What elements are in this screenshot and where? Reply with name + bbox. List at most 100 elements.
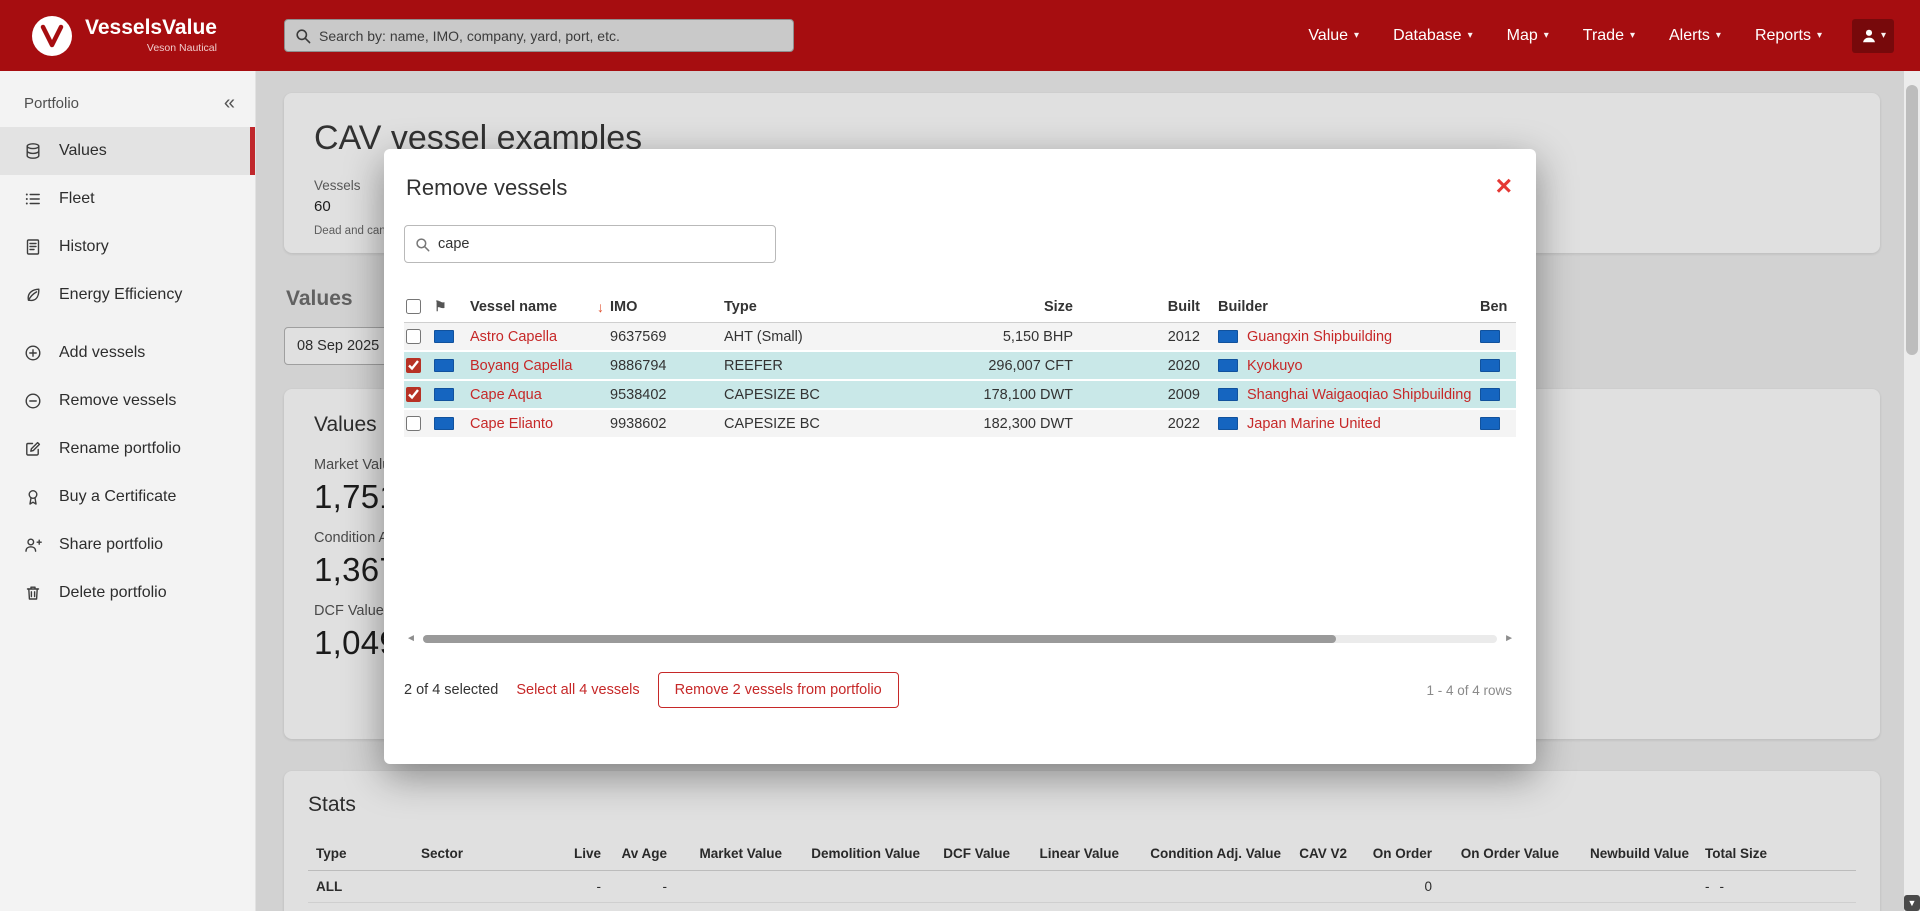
sidebar-item-fleet[interactable]: Fleet: [0, 175, 255, 223]
table-row[interactable]: Astro Capella 9637569 AHT (Small) 5,150 …: [404, 323, 1516, 352]
collapse-sidebar-button[interactable]: «: [224, 93, 235, 113]
remove-selected-button[interactable]: Remove 2 vessels from portfolio: [658, 672, 899, 708]
vessel-type: CAPESIZE BC: [724, 416, 939, 432]
table-row[interactable]: Boyang Capella 9886794 REEFER 296,007 CF…: [404, 352, 1516, 381]
sidebar-item-history[interactable]: History: [0, 223, 255, 271]
builder-link[interactable]: Guangxin Shipbuilding: [1247, 329, 1392, 345]
vessel-imo: 9886794: [610, 358, 724, 374]
sidebar-item-delete-portfolio[interactable]: Delete portfolio: [0, 569, 255, 617]
logo-mark-icon: [30, 14, 74, 58]
history-icon: [24, 238, 44, 256]
nav-item-map[interactable]: Map▾: [1507, 27, 1549, 45]
user-menu-button[interactable]: ▾: [1852, 19, 1894, 53]
stats-col-header: Total Size: [1697, 837, 1856, 871]
nav-item-database[interactable]: Database▾: [1393, 27, 1473, 45]
nav-item-reports[interactable]: Reports▾: [1755, 27, 1822, 45]
sidebar-item-label: Fleet: [59, 190, 95, 208]
scroll-down-button[interactable]: ▼: [1904, 895, 1920, 911]
scroll-left-button[interactable]: ◄: [406, 634, 416, 644]
metric-label: DCF Value: [314, 603, 384, 619]
builder-link[interactable]: Shanghai Waigaoqiao Shipbuilding: [1247, 387, 1471, 403]
vertical-scrollbar[interactable]: ▼: [1904, 71, 1920, 911]
builder-flag-icon: [1218, 359, 1238, 372]
sidebar-item-label: Buy a Certificate: [59, 488, 176, 506]
brand-tagline: Veson Nautical: [85, 42, 217, 54]
col-header-built[interactable]: Built: [1079, 299, 1204, 315]
global-search[interactable]: [284, 19, 794, 52]
vessel-built: 2020: [1079, 358, 1204, 374]
sidebar-item-add-vessels[interactable]: Add vessels: [0, 329, 255, 377]
trash-icon: [24, 584, 44, 602]
vessel-built: 2009: [1079, 387, 1204, 403]
hscrollbar-track[interactable]: [423, 635, 1497, 643]
edit-icon: [24, 440, 44, 458]
stats-col-header: Condition Adj. Value: [1127, 837, 1289, 871]
stats-col-header: Linear Value: [1018, 837, 1127, 871]
sidebar-item-buy-certificate[interactable]: Buy a Certificate: [0, 473, 255, 521]
row-range-text: 1 - 4 of 4 rows: [1426, 683, 1512, 698]
minus-circle-icon: [24, 392, 44, 410]
scroll-right-button[interactable]: ►: [1504, 634, 1514, 644]
col-header-size[interactable]: Size: [939, 299, 1079, 315]
stats-table: Type Sector Live Av Age Market Value Dem…: [308, 837, 1856, 911]
stats-col-header: Sector: [413, 837, 520, 871]
vscrollbar-thumb[interactable]: [1906, 85, 1918, 355]
table-row[interactable]: Cape Elianto 9938602 CAPESIZE BC 182,300…: [404, 410, 1516, 439]
stats-card: Stats Type Sector Live Av Age Market Val…: [284, 771, 1880, 911]
col-header-type[interactable]: Type: [724, 299, 939, 315]
nav-item-trade[interactable]: Trade▾: [1583, 27, 1635, 45]
vessel-search[interactable]: [404, 225, 776, 263]
share-user-icon: [24, 536, 44, 554]
builder-link[interactable]: Kyokuyo: [1247, 358, 1303, 374]
sidebar-item-values[interactable]: Values: [0, 127, 255, 175]
chevron-down-icon: ▾: [1468, 31, 1473, 41]
vessel-imo: 9637569: [610, 329, 724, 345]
sidebar-item-energy-efficiency[interactable]: Energy Efficiency: [0, 271, 255, 319]
vessel-name-link[interactable]: Cape Aqua: [470, 387, 542, 403]
sidebar-item-rename-portfolio[interactable]: Rename portfolio: [0, 425, 255, 473]
sidebar-item-share-portfolio[interactable]: Share portfolio: [0, 521, 255, 569]
sidebar-item-label: Remove vessels: [59, 392, 176, 410]
sidebar-item-remove-vessels[interactable]: Remove vessels: [0, 377, 255, 425]
modal-title: Remove vessels: [404, 175, 567, 201]
hscrollbar-thumb[interactable]: [423, 635, 1336, 643]
vesselsvalue-logo[interactable]: VesselsValue Veson Nautical: [0, 14, 256, 58]
row-checkbox[interactable]: [406, 329, 421, 344]
nav-item-value[interactable]: Value▾: [1308, 27, 1359, 45]
vessel-name-link[interactable]: Boyang Capella: [470, 358, 572, 374]
nav-item-alerts[interactable]: Alerts▾: [1669, 27, 1721, 45]
stats-col-header: On Order Value: [1440, 837, 1567, 871]
vessel-type: CAPESIZE BC: [724, 387, 939, 403]
close-icon[interactable]: ×: [1496, 175, 1512, 197]
stats-col-header: Av Age: [609, 837, 675, 871]
stats-col-header: Newbuild Value: [1567, 837, 1697, 871]
global-search-input[interactable]: [319, 28, 783, 44]
remove-vessels-modal: Remove vessels × ⚑ Vessel name↓ IMO Type…: [384, 149, 1536, 764]
col-header-imo[interactable]: IMO: [610, 299, 724, 315]
builder-link[interactable]: Japan Marine United: [1247, 416, 1381, 432]
select-all-link[interactable]: Select all 4 vessels: [516, 682, 639, 698]
stats-row-bulker: BULKER 30 4 1,062.27 158.64 448.61 857.3…: [308, 903, 1856, 911]
vessel-built: 2012: [1079, 329, 1204, 345]
table-row[interactable]: Cape Aqua 9538402 CAPESIZE BC 178,100 DW…: [404, 381, 1516, 410]
stats-col-header: Live: [520, 837, 609, 871]
row-checkbox[interactable]: [406, 358, 421, 373]
stats-title: Stats: [308, 793, 1856, 817]
leaf-icon: [24, 286, 44, 304]
search-icon: [415, 237, 430, 252]
sidebar-item-label: Add vessels: [59, 344, 145, 362]
vessel-name-link[interactable]: Cape Elianto: [470, 416, 553, 432]
col-header-beneficial-owner[interactable]: Ben: [1480, 299, 1516, 315]
select-all-checkbox[interactable]: [406, 299, 421, 314]
vessel-search-input[interactable]: [438, 236, 765, 252]
builder-flag-icon: [1218, 417, 1238, 430]
row-checkbox[interactable]: [406, 416, 421, 431]
col-header-vessel-name[interactable]: Vessel name↓: [470, 299, 610, 315]
vessel-name-link[interactable]: Astro Capella: [470, 329, 557, 345]
stats-row-all: ALL - - 0 --: [308, 871, 1856, 903]
chevron-down-icon: ▾: [1544, 31, 1549, 41]
stats-col-header: Demolition Value: [790, 837, 928, 871]
vessel-flag-icon: [434, 330, 454, 343]
col-header-builder[interactable]: Builder: [1204, 299, 1480, 315]
row-checkbox[interactable]: [406, 387, 421, 402]
